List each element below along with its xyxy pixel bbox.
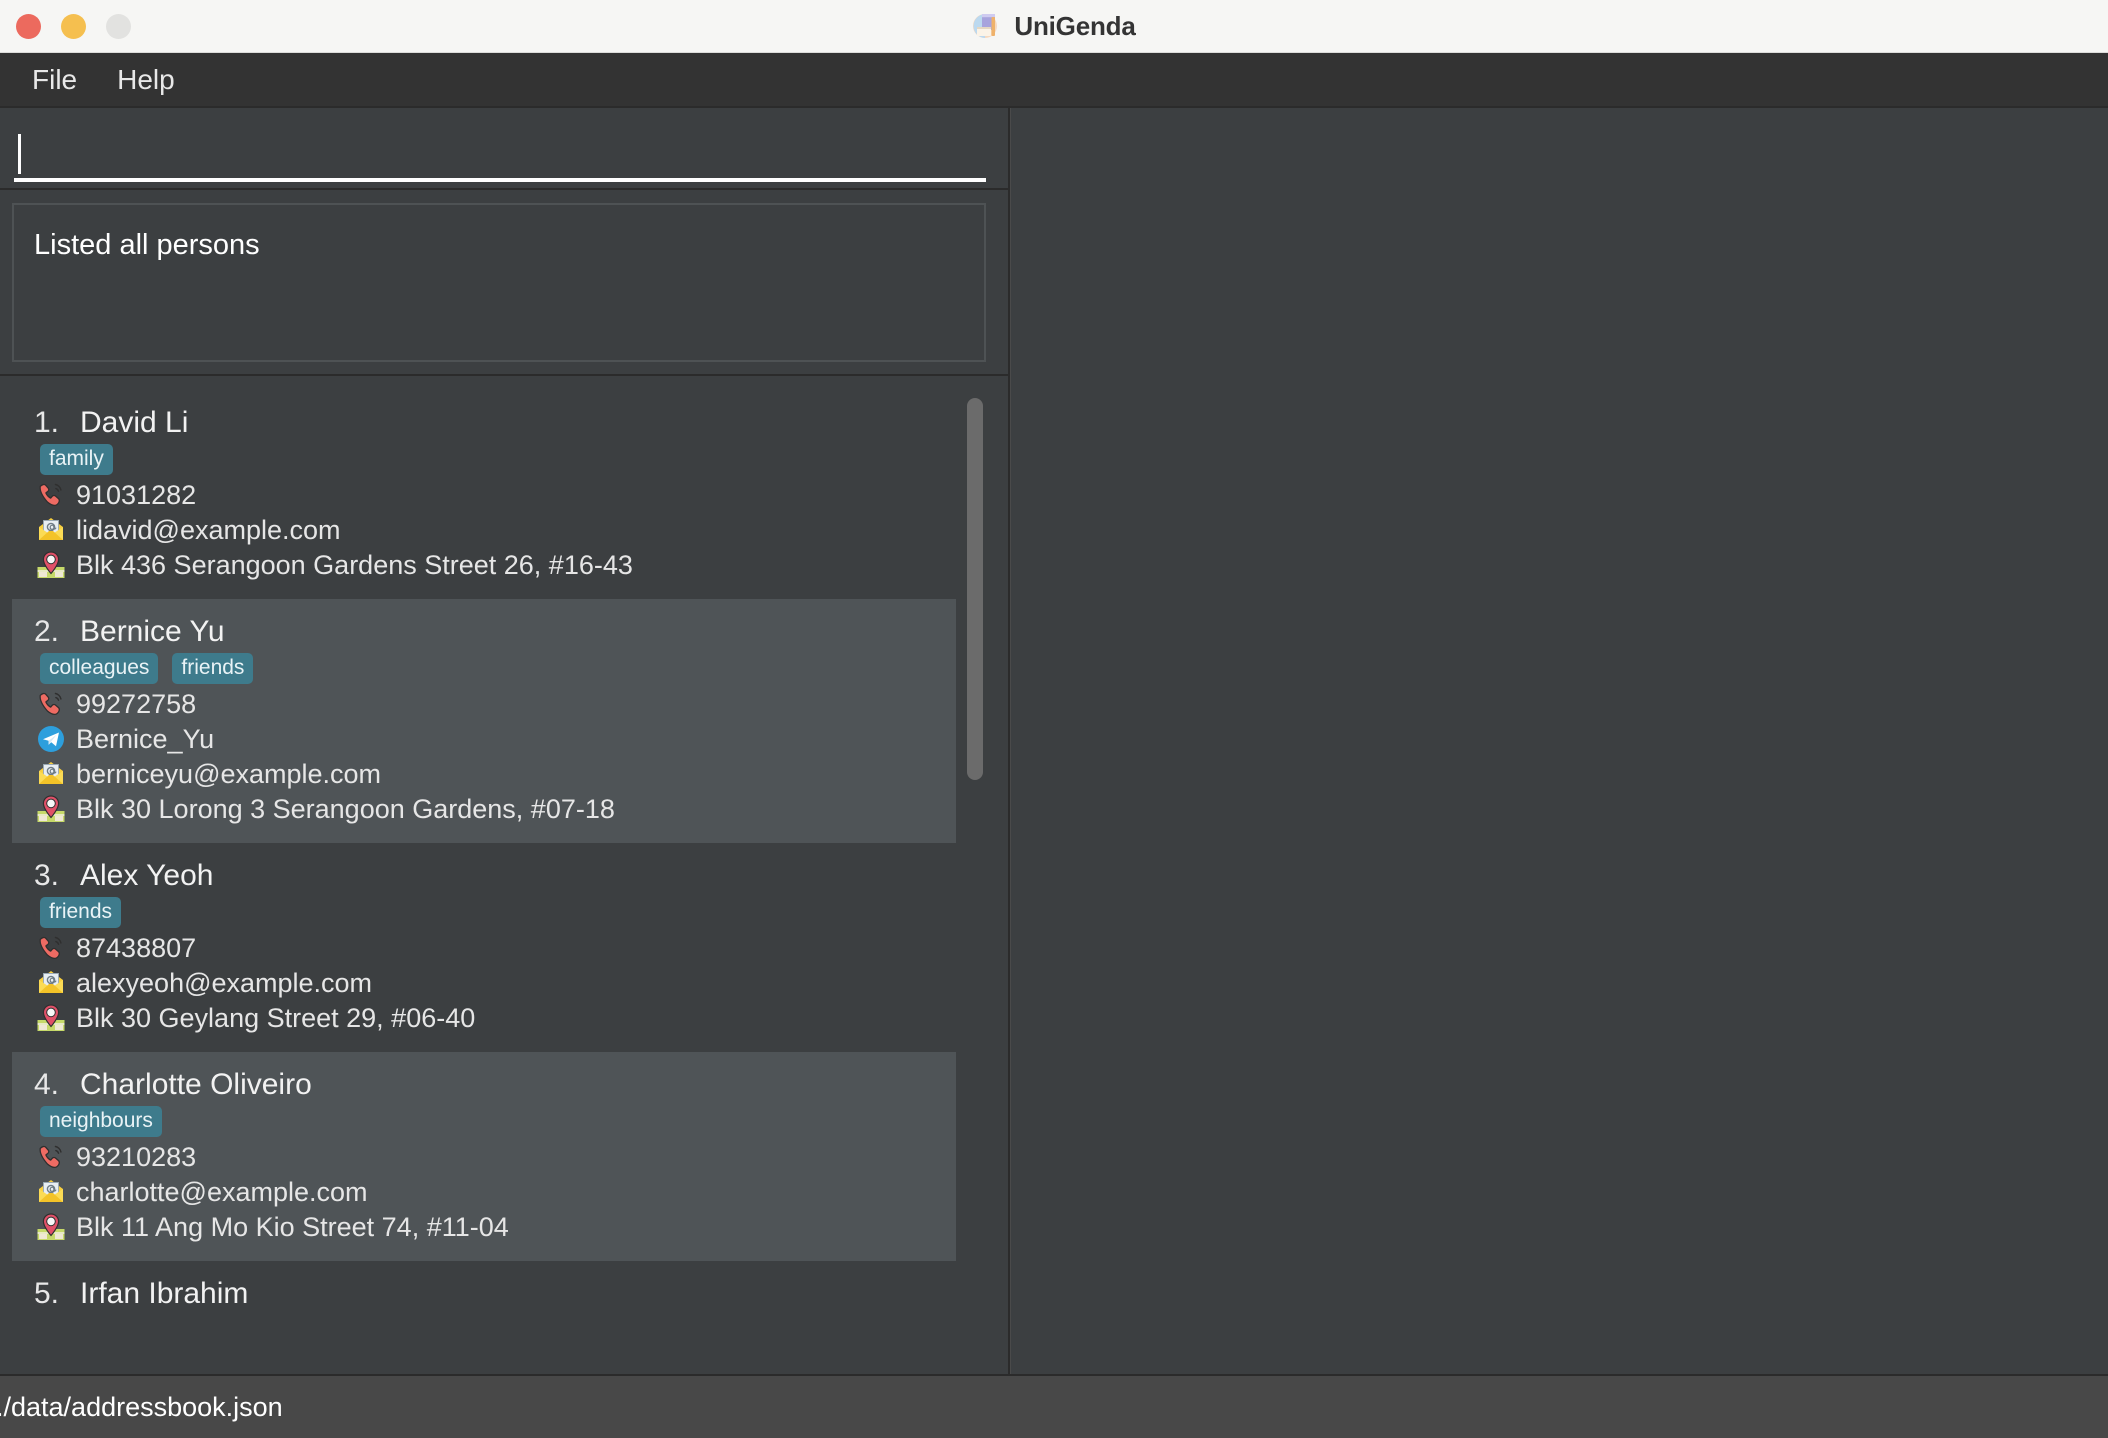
- person-name: David Li: [80, 406, 189, 439]
- address-book-icon: [972, 11, 1002, 41]
- person-name: Charlotte Oliveiro: [80, 1068, 312, 1102]
- person-detail-text: Blk 436 Serangoon Gardens Street 26, #16…: [76, 549, 633, 580]
- person-detail-row: Blk 11 Ang Mo Kio Street 74, #11-04: [36, 1210, 956, 1244]
- person-detail-row: Bernice_Yu: [36, 722, 956, 756]
- person-index: 4.: [34, 1068, 60, 1102]
- person-detail-row: charlotte@example.com: [36, 1175, 956, 1209]
- title-bar: UniGenda: [0, 0, 2108, 53]
- maximize-window-button[interactable]: [106, 13, 131, 39]
- person-header: 3. Alex Yeoh: [34, 859, 956, 893]
- person-list[interactable]: 1. David Li family 91031282 lidavid@example.…: [12, 390, 956, 1374]
- person-name: Bernice Yu: [80, 615, 225, 649]
- person-tag: family: [40, 444, 113, 476]
- menu-item-help[interactable]: Help: [101, 62, 191, 98]
- phone-icon: [36, 480, 66, 510]
- person-detail-text: berniceyu@example.com: [76, 758, 382, 789]
- telegram-icon: [36, 724, 66, 754]
- person-detail-text: Blk 11 Ang Mo Kio Street 74, #11-04: [76, 1211, 509, 1242]
- command-input[interactable]: [14, 122, 986, 182]
- person-index: 2.: [34, 615, 60, 649]
- person-detail-text: Blk 30 Geylang Street 29, #06-40: [76, 1002, 476, 1033]
- phone-icon: [36, 689, 66, 719]
- person-tag: friends: [40, 897, 122, 929]
- person-detail-row: alexyeoh@example.com: [36, 966, 956, 1000]
- person-detail-text: alexyeoh@example.com: [76, 967, 373, 998]
- person-detail-text: lidavid@example.com: [76, 514, 341, 545]
- email-icon: [36, 515, 66, 545]
- menu-bar: File Help: [0, 53, 2108, 108]
- person-header: 5. Irfan Ibrahim: [34, 1277, 956, 1311]
- window-title: UniGenda: [1014, 10, 1136, 41]
- person-detail-text: 93210283: [76, 1141, 197, 1172]
- person-detail-row: Blk 30 Geylang Street 29, #06-40: [36, 1001, 956, 1035]
- address-pin-icon: [36, 1003, 66, 1033]
- status-bar: ./data/addressbook.json: [0, 1376, 2108, 1438]
- person-tag: friends: [172, 653, 254, 685]
- email-icon: [36, 968, 66, 998]
- person-name: Irfan Ibrahim: [80, 1277, 249, 1311]
- result-message: Listed all persons: [34, 229, 260, 261]
- person-tag-row: colleagues friends: [40, 653, 956, 685]
- person-card[interactable]: 4. Charlotte Oliveiro neighbours 93210283 ch…: [12, 1052, 956, 1262]
- person-index: 1.: [34, 406, 60, 439]
- close-window-button[interactable]: [16, 13, 41, 39]
- person-detail-row: Blk 436 Serangoon Gardens Street 26, #16…: [36, 548, 956, 582]
- person-detail-row: 91031282: [36, 478, 956, 512]
- result-display-box: Listed all persons: [12, 203, 986, 362]
- person-detail-text: Blk 30 Lorong 3 Serangoon Gardens, #07-1…: [76, 793, 615, 824]
- person-tag-row: friends: [40, 897, 956, 929]
- person-detail-row: berniceyu@example.com: [36, 757, 956, 791]
- person-detail-text: 99272758: [76, 688, 197, 719]
- person-card[interactable]: 2. Bernice Yu colleagues friends 99272758 Ber…: [12, 599, 956, 844]
- application-window: UniGenda File Help Listed all persons 1.…: [0, 0, 2108, 1438]
- window-controls: [0, 13, 131, 39]
- person-detail-text: charlotte@example.com: [76, 1176, 368, 1207]
- status-bar-file-path: ./data/addressbook.json: [0, 1391, 283, 1422]
- person-card[interactable]: 1. David Li family 91031282 lidavid@example.…: [12, 390, 956, 600]
- result-display-region: Listed all persons: [0, 190, 1008, 376]
- phone-icon: [36, 933, 66, 963]
- person-header: 2. Bernice Yu: [34, 615, 956, 649]
- person-card[interactable]: 5. Irfan Ibrahim: [12, 1261, 956, 1330]
- person-list-region: 1. David Li family 91031282 lidavid@example.…: [0, 376, 1008, 1374]
- address-pin-icon: [36, 550, 66, 580]
- phone-icon: [36, 1142, 66, 1172]
- person-detail-text: 91031282: [76, 479, 197, 510]
- address-pin-icon: [36, 794, 66, 824]
- person-card[interactable]: 3. Alex Yeoh friends 87438807 alexyeoh@examp…: [12, 843, 956, 1053]
- person-header: 4. Charlotte Oliveiro: [34, 1068, 956, 1102]
- menu-item-file[interactable]: File: [16, 62, 93, 98]
- person-tag-row: neighbours: [40, 1106, 956, 1138]
- person-tag: neighbours: [40, 1106, 162, 1138]
- right-detail-pane: [1010, 108, 2108, 1374]
- person-detail-row: lidavid@example.com: [36, 513, 956, 547]
- person-detail-text: 87438807: [76, 932, 197, 963]
- person-tag: colleagues: [40, 653, 159, 685]
- person-header: 1. David Li: [34, 406, 956, 440]
- left-pane: Listed all persons 1. David Li family 91031…: [0, 108, 1010, 1374]
- person-detail-text: Bernice_Yu: [76, 723, 215, 754]
- minimize-window-button[interactable]: [61, 13, 86, 39]
- text-cursor-caret: [18, 134, 21, 174]
- person-detail-row: Blk 30 Lorong 3 Serangoon Gardens, #07-1…: [36, 792, 956, 826]
- person-detail-row: 99272758: [36, 687, 956, 721]
- scrollbar-thumb[interactable]: [967, 398, 983, 780]
- address-pin-icon: [36, 1212, 66, 1242]
- person-detail-row: 93210283: [36, 1140, 956, 1174]
- person-list-scrollbar[interactable]: [964, 390, 986, 1374]
- command-box-region: [0, 108, 1008, 190]
- person-index: 3.: [34, 859, 60, 893]
- person-detail-row: 87438807: [36, 931, 956, 965]
- email-icon: [36, 1177, 66, 1207]
- person-index: 5.: [34, 1277, 60, 1311]
- content-split-pane: Listed all persons 1. David Li family 91031…: [0, 108, 2108, 1376]
- email-icon: [36, 759, 66, 789]
- title-bar-center: UniGenda: [0, 11, 2108, 42]
- person-name: Alex Yeoh: [80, 859, 214, 893]
- person-tag-row: family: [40, 444, 956, 476]
